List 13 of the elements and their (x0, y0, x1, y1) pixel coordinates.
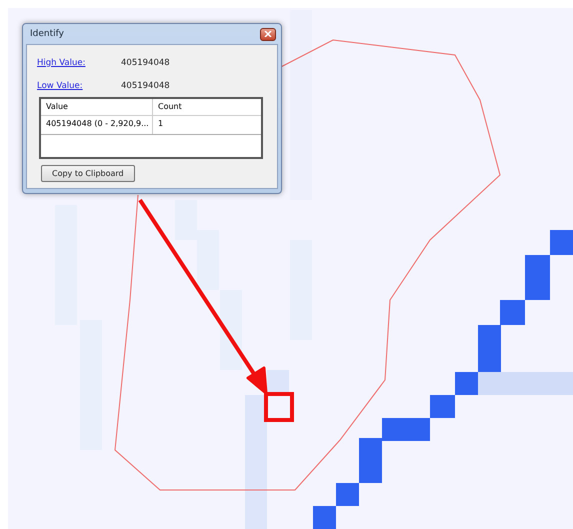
field-value: 405194048 (121, 80, 171, 90)
column-header[interactable]: Count (153, 99, 261, 115)
window-title: Identify (30, 29, 64, 39)
field-link[interactable]: Low Value: (37, 80, 83, 90)
field-link[interactable]: High Value: (37, 58, 86, 68)
column-header[interactable]: Value (41, 99, 153, 115)
copy-button[interactable]: Copy to Clipboard (41, 165, 135, 182)
close-button[interactable] (260, 28, 276, 40)
selection-square (264, 392, 294, 422)
table-cell: 405194048 (0 - 2,920,9... (41, 116, 153, 134)
table-cell-text: 1 (157, 118, 164, 130)
close-icon (264, 31, 272, 37)
field-value: 405194048 (121, 58, 171, 68)
